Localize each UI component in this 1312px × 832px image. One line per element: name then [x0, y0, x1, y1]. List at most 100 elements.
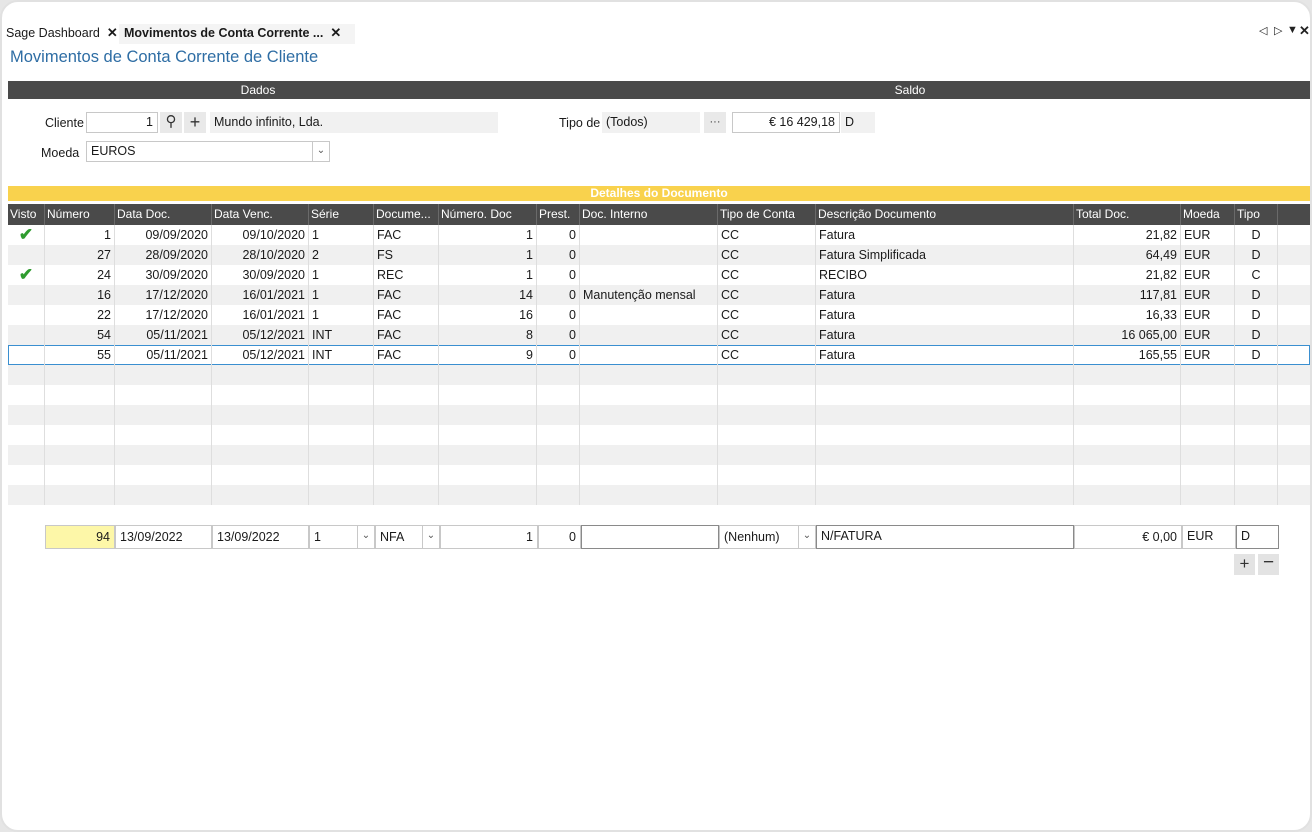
cell-num-doc[interactable]	[439, 385, 537, 405]
entry-tipo-input[interactable]: D	[1236, 525, 1279, 549]
cell-num-doc[interactable]	[439, 365, 537, 385]
cell-tipo[interactable]: D	[1235, 245, 1278, 265]
cell-total[interactable]: 21,82	[1074, 225, 1181, 245]
cell-descricao[interactable]	[816, 425, 1074, 445]
cell-tipo-conta[interactable]: CC	[718, 245, 816, 265]
cell-num-doc[interactable]	[439, 485, 537, 505]
cell-tipo[interactable]: D	[1235, 225, 1278, 245]
cell-num-doc[interactable]	[439, 405, 537, 425]
table-row[interactable]: 16 17/12/2020 16/01/2021 1 FAC 14 0 Manutenção …	[8, 285, 1310, 305]
cell-doc-interno[interactable]	[580, 225, 718, 245]
cell-descricao[interactable]	[816, 485, 1074, 505]
cell-moeda[interactable]	[1181, 425, 1235, 445]
cell-descricao[interactable]: RECIBO	[816, 265, 1074, 285]
cell-tipo-conta[interactable]	[718, 465, 816, 485]
cell-visto[interactable]: ✔	[8, 225, 45, 245]
cell-num-doc[interactable]: 16	[439, 305, 537, 325]
cell-tipo[interactable]: D	[1235, 345, 1278, 365]
cell-doc-interno[interactable]	[580, 245, 718, 265]
cell-numero[interactable]: 16	[45, 285, 115, 305]
table-row[interactable]	[8, 485, 1310, 505]
cell-numero[interactable]	[45, 405, 115, 425]
cell-serie[interactable]: 1	[309, 285, 374, 305]
add-line-button[interactable]: +	[1234, 554, 1255, 575]
cell-num-doc[interactable]: 1	[439, 245, 537, 265]
cell-tipo-conta[interactable]: CC	[718, 345, 816, 365]
close-icon[interactable]: ✕	[330, 24, 341, 42]
close-icon[interactable]: ✕	[1299, 23, 1310, 39]
cell-numero[interactable]: 22	[45, 305, 115, 325]
table-row[interactable]: ✔ 24 30/09/2020 30/09/2020 1 REC 1 0 CC RECIBO 21,…	[8, 265, 1310, 285]
cell-documento[interactable]: FAC	[374, 325, 439, 345]
cell-documento[interactable]	[374, 365, 439, 385]
entry-prest-input[interactable]: 0	[538, 525, 581, 549]
tab-movimentos[interactable]: Movimentos de Conta Corrente ... ✕	[119, 24, 355, 44]
cell-data-doc[interactable]	[115, 425, 212, 445]
cell-documento[interactable]: FAC	[374, 285, 439, 305]
cell-moeda[interactable]: EUR	[1181, 225, 1235, 245]
col-documento[interactable]: Docume...	[374, 204, 439, 225]
cell-numero[interactable]	[45, 445, 115, 465]
entry-numero-input[interactable]: 94	[45, 525, 115, 549]
table-row[interactable]: ✔ 1 09/09/2020 09/10/2020 1 FAC 1 0 CC Fatura 21,8…	[8, 225, 1310, 245]
entry-serie-select[interactable]: 1 ⌄	[309, 525, 375, 549]
cell-descricao[interactable]: Fatura	[816, 345, 1074, 365]
cell-prest[interactable]	[537, 465, 580, 485]
cell-serie[interactable]: INT	[309, 325, 374, 345]
cell-numero[interactable]	[45, 485, 115, 505]
cell-doc-interno[interactable]: Manutenção mensal	[580, 285, 718, 305]
cell-moeda[interactable]: EUR	[1181, 265, 1235, 285]
cell-data-venc[interactable]: 16/01/2021	[212, 285, 309, 305]
cell-data-doc[interactable]	[115, 465, 212, 485]
cell-data-doc[interactable]: 30/09/2020	[115, 265, 212, 285]
entry-data-doc-input[interactable]: 13/09/2022	[115, 525, 212, 549]
cell-documento[interactable]	[374, 385, 439, 405]
cell-doc-interno[interactable]	[580, 445, 718, 465]
cell-data-venc[interactable]: 05/12/2021	[212, 345, 309, 365]
cell-doc-interno[interactable]	[580, 365, 718, 385]
cell-documento[interactable]: FAC	[374, 225, 439, 245]
cell-data-doc[interactable]: 05/11/2021	[115, 325, 212, 345]
cell-numero[interactable]	[45, 465, 115, 485]
table-row[interactable]: 55 05/11/2021 05/12/2021 INT FAC 9 0 CC Fatura 16…	[8, 345, 1310, 365]
cell-tipo[interactable]	[1235, 425, 1278, 445]
cell-tipo[interactable]	[1235, 365, 1278, 385]
cell-descricao[interactable]	[816, 365, 1074, 385]
cell-serie[interactable]	[309, 425, 374, 445]
cell-tipo[interactable]: C	[1235, 265, 1278, 285]
search-icon[interactable]: ⚲	[160, 112, 182, 133]
entry-moeda-input[interactable]: EUR	[1182, 525, 1236, 549]
cell-serie[interactable]	[309, 465, 374, 485]
col-tipo[interactable]: Tipo	[1235, 204, 1278, 225]
cell-serie[interactable]	[309, 445, 374, 465]
cell-visto[interactable]: ✔	[8, 265, 45, 285]
cell-tipo[interactable]	[1235, 405, 1278, 425]
cell-visto[interactable]	[8, 305, 45, 325]
ellipsis-button[interactable]: ···	[704, 112, 726, 133]
cell-data-venc[interactable]: 05/12/2021	[212, 325, 309, 345]
cell-numero[interactable]	[45, 385, 115, 405]
col-data-venc[interactable]: Data Venc.	[212, 204, 309, 225]
chevron-down-icon[interactable]: ⌄	[798, 526, 815, 548]
cell-visto[interactable]	[8, 345, 45, 365]
cell-serie[interactable]: 2	[309, 245, 374, 265]
cell-descricao[interactable]: Fatura Simplificada	[816, 245, 1074, 265]
cell-data-venc[interactable]	[212, 425, 309, 445]
cell-tipo-conta[interactable]	[718, 425, 816, 445]
table-row[interactable]: 27 28/09/2020 28/10/2020 2 FS 1 0 CC Fatura Simp…	[8, 245, 1310, 265]
chevron-down-icon[interactable]: ⌄	[312, 142, 329, 161]
col-visto[interactable]: Visto	[8, 204, 45, 225]
cell-documento[interactable]	[374, 465, 439, 485]
entry-documento-select[interactable]: NFA ⌄	[375, 525, 440, 549]
cell-visto[interactable]	[8, 425, 45, 445]
cell-data-venc[interactable]: 30/09/2020	[212, 265, 309, 285]
cell-doc-interno[interactable]	[580, 405, 718, 425]
cell-num-doc[interactable]: 9	[439, 345, 537, 365]
cell-prest[interactable]	[537, 485, 580, 505]
cell-descricao[interactable]	[816, 405, 1074, 425]
dropdown-icon[interactable]: ▼	[1287, 24, 1298, 36]
col-serie[interactable]: Série	[309, 204, 374, 225]
cell-moeda[interactable]: EUR	[1181, 245, 1235, 265]
cell-data-venc[interactable]	[212, 465, 309, 485]
cell-data-doc[interactable]: 09/09/2020	[115, 225, 212, 245]
